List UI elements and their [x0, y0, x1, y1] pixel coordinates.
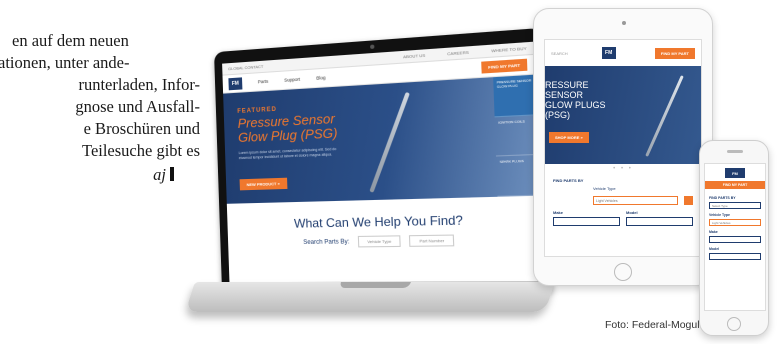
glow-plug-image	[369, 91, 410, 193]
find-my-part-button[interactable]: FIND MY PART	[705, 181, 765, 189]
author-signature: aj	[0, 164, 200, 186]
model-select[interactable]	[626, 217, 693, 226]
hero-title-line: SENSOR	[545, 90, 584, 100]
hero-copy: Lorem ipsum dolor sit amet, consectetur …	[238, 146, 337, 161]
search-by-label: Search Parts By:	[303, 238, 350, 246]
top-link[interactable]: WHERE TO BUY	[491, 46, 526, 54]
tablet-nav: SEARCH FM FIND MY PART	[545, 40, 701, 66]
laptop-lid: GLOBAL CONTACT ABOUT US CAREERS WHERE TO…	[214, 27, 552, 291]
search-option-vehicle[interactable]: Vehicle Type	[357, 235, 402, 248]
tablet-mockup: SEARCH FM FIND MY PART RESSURE SENSOR GL…	[533, 8, 713, 286]
hero-title-line: RESSURE	[545, 80, 589, 90]
brand-logo[interactable]: FM	[228, 76, 243, 90]
glow-plug-image	[645, 75, 684, 157]
laptop-notch	[339, 282, 411, 288]
nav-item-blog[interactable]: Blog	[316, 75, 325, 81]
end-mark	[170, 167, 174, 181]
hero-title-line: Glow Plug (PSG)	[237, 125, 338, 146]
vehicle-type-row: Light Vehicles	[593, 196, 693, 205]
side-item[interactable]: PRESSURE SENSOR GLOW PLUG	[493, 74, 537, 118]
tablet-search[interactable]: SEARCH	[551, 51, 568, 56]
find-parts-label: FIND PARTS BY	[553, 178, 584, 183]
vehicle-type-go-button[interactable]	[684, 196, 693, 205]
tablet-hero: RESSURE SENSOR GLOW PLUGS (PSG) SHOP MOR…	[545, 66, 701, 164]
article-line: gnose und Ausfall-	[75, 97, 200, 116]
hero-banner: FEATURED Pressure Sensor Glow Plug (PSG)…	[223, 74, 540, 204]
top-link[interactable]: GLOBAL CONTACT	[228, 64, 263, 71]
article-line: e Broschüren und	[83, 119, 200, 138]
home-button-icon[interactable]	[614, 263, 632, 281]
make-label: Make	[553, 210, 564, 215]
find-my-part-button[interactable]: FIND MY PART	[481, 58, 528, 74]
hero-title: Pressure Sensor Glow Plug (PSG)	[237, 111, 338, 146]
new-product-button[interactable]: NEW PRODUCT »	[239, 177, 287, 191]
vehicle-type-label: Vehicle Type	[709, 213, 730, 217]
make-select[interactable]	[709, 236, 761, 243]
nav-item-support[interactable]: Support	[284, 77, 300, 83]
tablet-screen: SEARCH FM FIND MY PART RESSURE SENSOR GL…	[544, 39, 702, 257]
nav-item-parts[interactable]: Parts	[258, 79, 269, 85]
camera-icon	[622, 21, 626, 25]
hero-title-line: GLOW PLUGS	[545, 100, 606, 110]
make-model-labels: Make Model	[553, 210, 693, 215]
shop-more-button[interactable]: SHOP MORE »	[549, 132, 589, 143]
tablet-hero-title: RESSURE SENSOR GLOW PLUGS (PSG)	[545, 80, 606, 120]
make-label: Make	[709, 230, 718, 234]
author-initials: aj	[153, 165, 166, 184]
vehicle-type-select[interactable]: Light Vehicles	[593, 196, 678, 205]
phone-screen: FM FIND MY PART FIND PARTS BY Select Typ…	[704, 163, 766, 311]
search-by-row: Search Parts By: Vehicle Type Part Numbe…	[228, 233, 541, 249]
top-link[interactable]: ABOUT US	[403, 53, 425, 60]
tablet-part-finder: FIND PARTS BY Vehicle Type Light Vehicle…	[545, 172, 701, 232]
model-label: Model	[709, 247, 720, 251]
speaker-icon	[727, 150, 743, 153]
camera-icon	[370, 44, 375, 50]
hero-title-line: (PSG)	[545, 110, 571, 120]
top-link[interactable]: CAREERS	[447, 50, 469, 57]
make-model-fields	[553, 217, 693, 226]
find-my-part-button[interactable]: FIND MY PART	[654, 47, 695, 59]
side-item[interactable]: IGNITION COILS	[494, 115, 538, 157]
article-line: en auf dem neuen	[12, 31, 129, 50]
laptop-mockup: GLOBAL CONTACT ABOUT US CAREERS WHERE TO…	[185, 27, 555, 342]
article-line: runterladen, Infor-	[78, 75, 200, 94]
brand-logo[interactable]: FM	[725, 168, 745, 178]
find-parts-label: FIND PARTS BY	[709, 196, 736, 200]
article-line: ationen, unter ande-	[0, 53, 130, 72]
article-line: Teilesuche gibt es	[82, 141, 200, 160]
vehicle-type-select[interactable]: Light Vehicles	[709, 219, 761, 226]
photo-credit: Foto: Federal-Mogul	[605, 319, 700, 331]
phone-mockup: FM FIND MY PART FIND PARTS BY Select Typ…	[699, 140, 769, 336]
article-text: en auf dem neuen ationen, unter ande- ru…	[0, 30, 200, 186]
vehicle-type-label: Vehicle Type	[593, 186, 616, 191]
brand-logo[interactable]: FM	[601, 47, 616, 59]
model-label: Model	[626, 210, 638, 215]
home-button-icon[interactable]	[727, 317, 741, 331]
phone-part-finder: FIND PARTS BY Select Type Vehicle Type L…	[705, 189, 765, 263]
laptop-screen: GLOBAL CONTACT ABOUT US CAREERS WHERE TO…	[222, 41, 543, 283]
make-select[interactable]	[553, 217, 620, 226]
model-select[interactable]	[709, 253, 761, 260]
search-option-part-number[interactable]: Part Number	[409, 234, 455, 247]
select-type-field[interactable]: Select Type	[709, 202, 761, 209]
